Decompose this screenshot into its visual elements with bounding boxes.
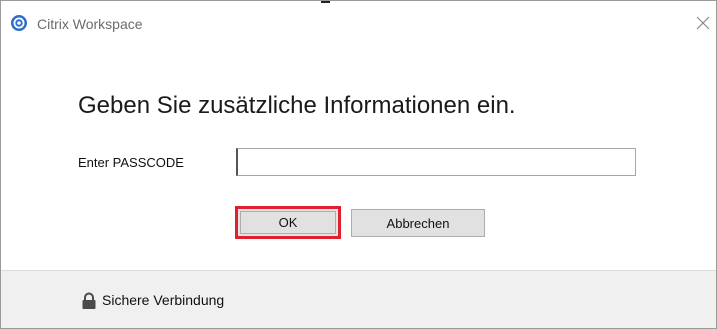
ok-button[interactable]: OK <box>235 206 341 239</box>
dialog-heading: Geben Sie zusätzliche Informationen ein. <box>78 92 516 119</box>
secure-connection-text: Sichere Verbindung <box>102 292 225 308</box>
passcode-input[interactable] <box>236 148 636 176</box>
lock-icon <box>82 292 96 309</box>
cancel-button[interactable]: Abbrechen <box>351 209 485 237</box>
title-bar: Citrix Workspace <box>1 1 716 45</box>
close-icon[interactable] <box>690 11 716 35</box>
ok-button-label: OK <box>240 211 336 234</box>
citrix-workspace-icon <box>11 15 27 31</box>
window-title: Citrix Workspace <box>37 16 143 32</box>
citrix-dialog-window: Citrix Workspace Geben Sie zusätzliche I… <box>0 0 717 329</box>
passcode-label: Enter PASSCODE <box>78 155 184 170</box>
footer-bar: Sichere Verbindung <box>1 270 716 328</box>
